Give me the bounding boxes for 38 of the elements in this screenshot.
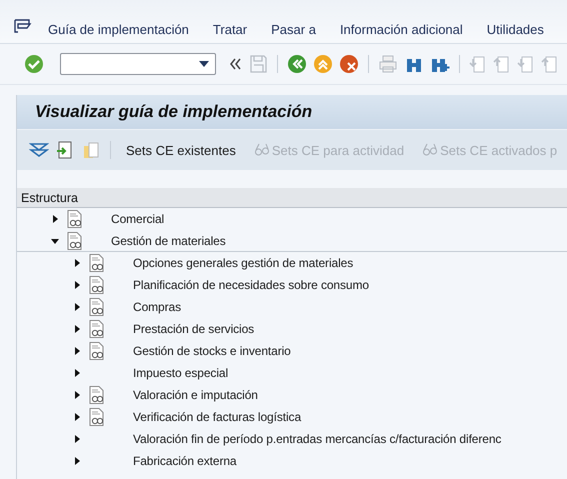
check-icon[interactable]: [24, 54, 44, 74]
dropdown-arrow-icon: [199, 61, 209, 67]
command-field[interactable]: [60, 53, 216, 75]
menu-icon[interactable]: [14, 19, 32, 35]
document-glasses-icon: [89, 254, 105, 272]
tree-item[interactable]: Valoración e imputación: [133, 388, 258, 402]
document-glasses-icon: [89, 342, 105, 360]
menu-item[interactable]: Información adicional: [328, 22, 475, 37]
tree-item[interactable]: Opciones generales gestión de materiales: [133, 256, 354, 270]
tree-item[interactable]: Comercial: [111, 212, 164, 226]
menu-item[interactable]: Tratar: [200, 22, 260, 37]
toolbar-button[interactable]: Sets CE existentes: [120, 142, 242, 158]
menu-item[interactable]: Utilidades: [474, 22, 556, 37]
tree-item[interactable]: Valoración fin de período p.entradas mercancías c/facturación diferenc: [133, 432, 502, 446]
glasses-icon: [422, 143, 438, 157]
document-glasses-icon: [89, 408, 105, 426]
document-glasses-icon: [67, 210, 83, 228]
document-glasses-icon: [89, 320, 105, 338]
tree-item[interactable]: Prestación de servicios: [133, 322, 254, 336]
tree-item[interactable]: Verificación de facturas logística: [133, 410, 302, 424]
tree-item[interactable]: Compras: [133, 300, 181, 314]
menu-item[interactable]: Pasar a: [259, 22, 328, 37]
tree-item[interactable]: Impuesto especial: [133, 366, 228, 380]
document-glasses-icon: [89, 276, 105, 294]
column-header: Estructura: [17, 188, 567, 208]
tree-item[interactable]: Fabricación externa: [133, 454, 236, 468]
glasses-icon: [254, 143, 270, 157]
back-icon[interactable]: [287, 54, 307, 74]
tree-item[interactable]: Gestión de materiales: [111, 234, 226, 248]
document-glasses-icon: [89, 386, 105, 404]
menu-item[interactable]: Guía de implementación: [36, 22, 201, 37]
cancel-icon[interactable]: [339, 54, 359, 74]
document-glasses-icon: [67, 232, 83, 250]
screen-title: Visualizar guía de implementación: [17, 95, 567, 129]
expand-triangles-icon[interactable]: [29, 140, 49, 160]
tree-item[interactable]: Planificación de necesidades sobre consumo: [133, 278, 369, 292]
document-glasses-icon: [89, 298, 105, 316]
tree-item[interactable]: Gestión de stocks e inventario: [133, 344, 291, 358]
